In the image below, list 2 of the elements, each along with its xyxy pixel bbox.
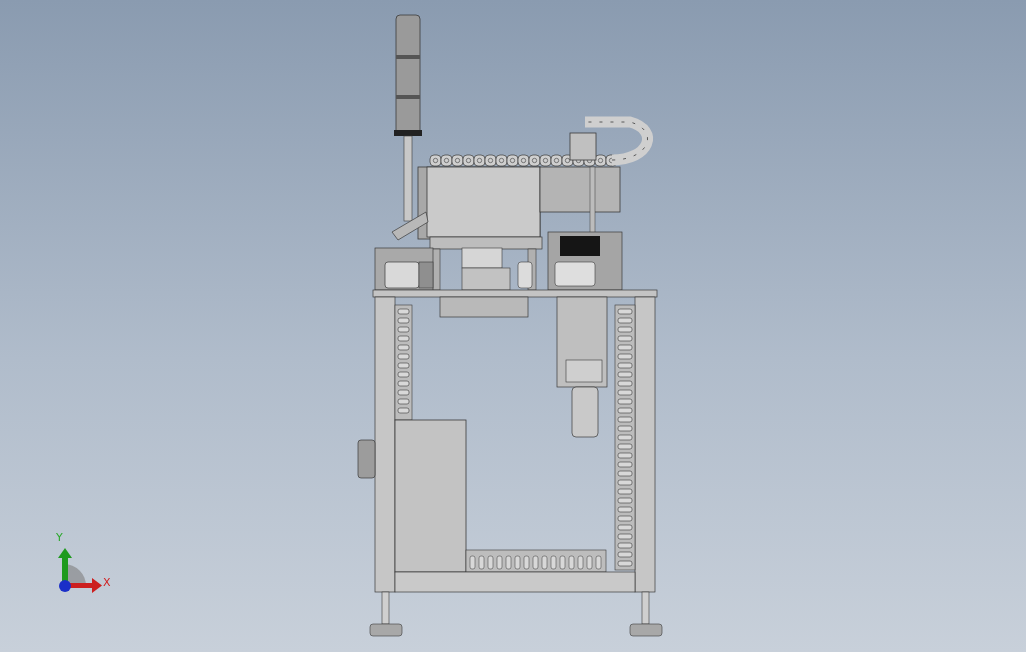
- x-axis-label: X: [103, 577, 111, 588]
- y-axis-label: Y: [56, 532, 63, 543]
